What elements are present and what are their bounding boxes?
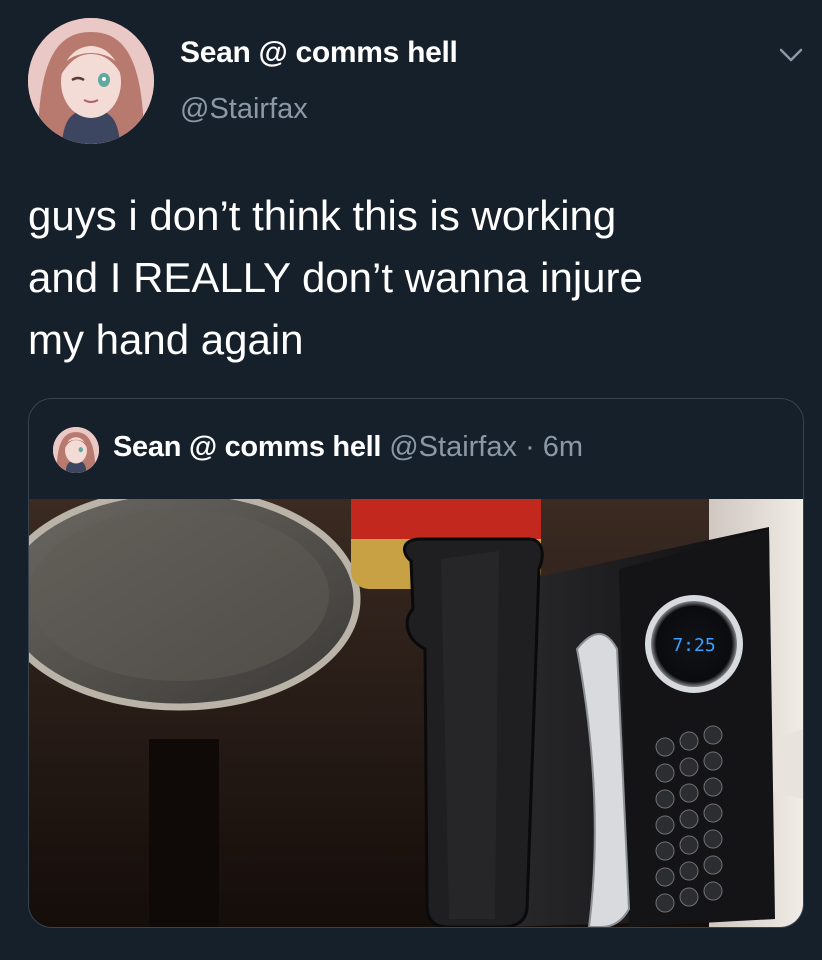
quoted-photo[interactable]: 7:25 (29, 499, 803, 927)
tweet-text-line: my hand again (28, 316, 304, 363)
avatar[interactable] (28, 18, 154, 144)
user-handle[interactable]: @Stairfax (180, 93, 308, 126)
quoted-tweet-header: Sean @ comms hell @Stairfax · 6m (53, 423, 793, 473)
tweet[interactable]: Sean @ comms hell @Stairfax guys i don’t… (0, 0, 822, 960)
quoted-avatar (53, 427, 99, 473)
photo-stand-leg (149, 739, 219, 927)
display-name[interactable]: Sean @ comms hell (180, 36, 458, 70)
photo-jar-label (351, 499, 541, 539)
quoted-handle: @Stairfax (389, 431, 517, 463)
photo-pan-inner (29, 509, 329, 681)
quoted-display-name: Sean @ comms hell (113, 431, 382, 463)
quoted-tweet-card[interactable]: Sean @ comms hell @Stairfax · 6m 7:25 (28, 398, 804, 928)
tweet-text-line: guys i don’t think this is working (28, 192, 617, 239)
photo-brace-highlight (441, 551, 499, 919)
tweet-text-line: and I REALLY don’t wanna injure (28, 254, 643, 301)
quoted-meta: Sean @ comms hell @Stairfax · 6m (113, 431, 583, 464)
tweet-text: guys i don’t think this is working and I… (28, 185, 798, 371)
chevron-down-icon[interactable] (776, 40, 806, 70)
meta-separator: · (525, 431, 535, 463)
quoted-timestamp: 6m (542, 431, 584, 463)
photo-microwave-display: 7:25 (672, 635, 715, 656)
